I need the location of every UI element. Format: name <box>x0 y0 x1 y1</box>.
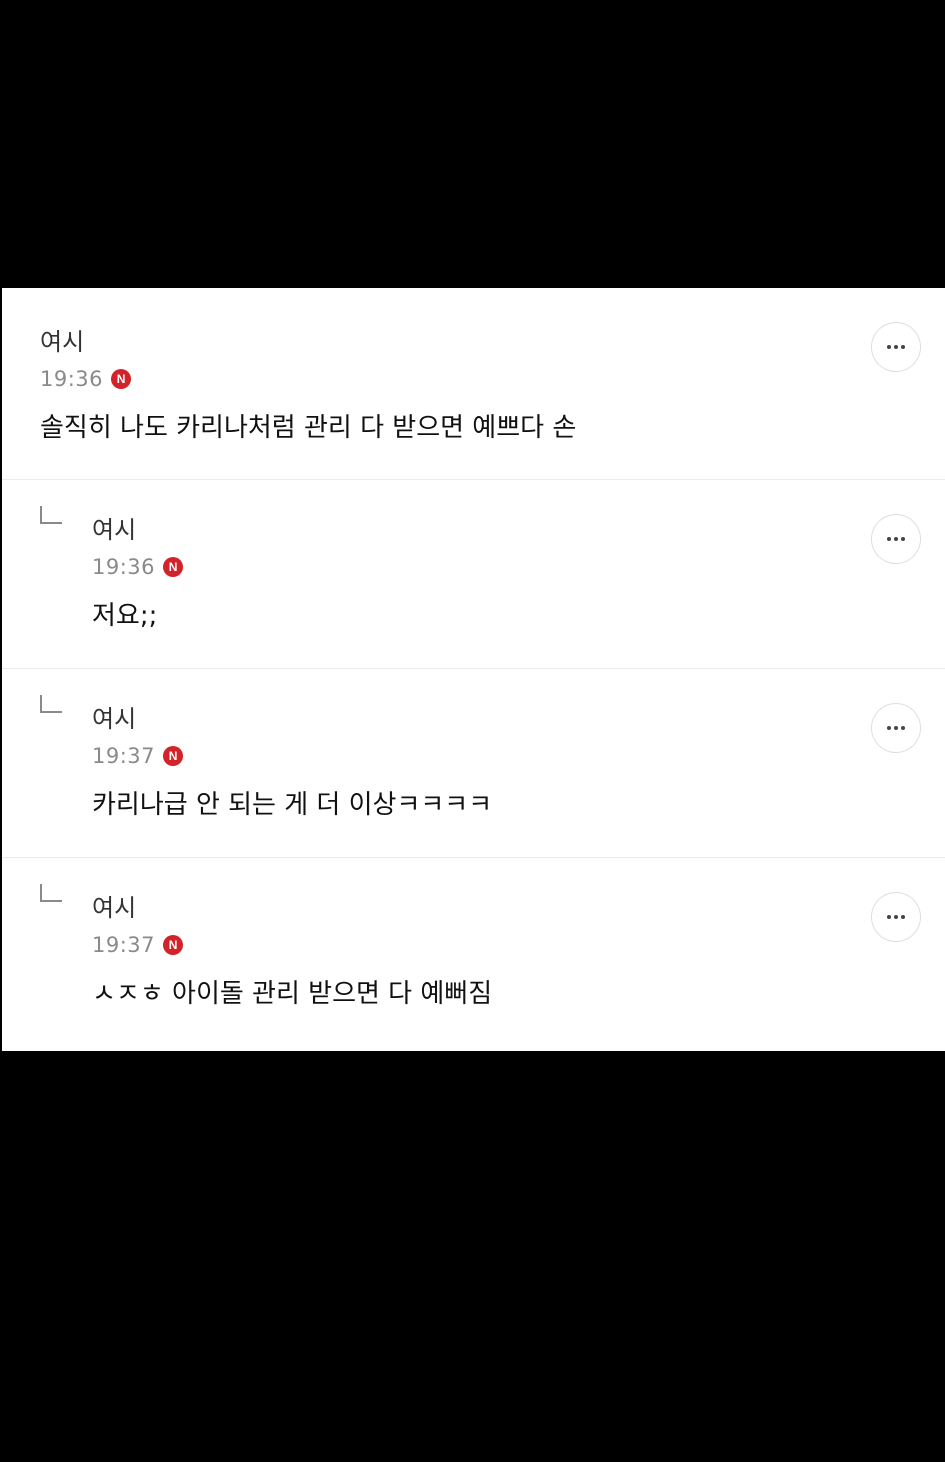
comment-text: 솔직히 나도 카리나처럼 관리 다 받으면 예쁘다 손 <box>40 413 577 443</box>
comment-author[interactable]: 여시 <box>40 326 576 358</box>
more-options-button[interactable] <box>871 892 921 942</box>
comment-author[interactable]: 여시 <box>92 514 183 546</box>
comment-text: 카리나급 안 되는 게 더 이상ㅋㅋㅋㅋ <box>92 790 493 820</box>
comment-meta: 19:36 N <box>40 366 576 392</box>
reply-arrow-icon <box>40 884 62 902</box>
comment-time: 19:37 <box>92 933 156 957</box>
new-badge-icon: N <box>163 746 184 766</box>
new-badge-icon: N <box>163 557 184 577</box>
comment-content: 여시 19:36 N 저요;; <box>92 514 184 634</box>
comment-author[interactable]: 여시 <box>92 703 492 735</box>
comment-meta: 19:37 N <box>92 743 492 769</box>
comment-time: 19:36 <box>40 367 104 391</box>
comment-text: 저요;; <box>92 601 158 631</box>
reply-arrow-icon <box>40 506 62 524</box>
comment-time: 19:36 <box>92 555 156 579</box>
comment-meta: 19:36 N <box>92 554 184 580</box>
comment-time: 19:37 <box>92 744 156 768</box>
comment-item: 여시 19:36 N 솔직히 나도 카리나처럼 관리 다 받으면 예쁘다 손 <box>2 288 945 480</box>
comment-meta: 19:37 N <box>92 932 492 958</box>
more-options-icon <box>887 915 905 919</box>
more-options-button[interactable] <box>871 514 921 564</box>
reply-item: 여시 19:37 N ㅅㅈㅎ 아이돌 관리 받으면 다 예뻐짐 <box>2 858 945 1051</box>
comment-text: ㅅㅈㅎ 아이돌 관리 받으면 다 예뻐짐 <box>92 979 493 1009</box>
reply-item: 여시 19:37 N 카리나급 안 되는 게 더 이상ㅋㅋㅋㅋ <box>2 669 945 858</box>
comment-list: 여시 19:36 N 솔직히 나도 카리나처럼 관리 다 받으면 예쁘다 손 여… <box>2 288 945 1051</box>
comment-content: 여시 19:37 N 카리나급 안 되는 게 더 이상ㅋㅋㅋㅋ <box>92 703 492 823</box>
more-options-icon <box>887 537 905 541</box>
comment-content: 여시 19:36 N 솔직히 나도 카리나처럼 관리 다 받으면 예쁘다 손 <box>40 326 576 446</box>
comment-author[interactable]: 여시 <box>92 892 492 924</box>
more-options-button[interactable] <box>871 703 921 753</box>
reply-item: 여시 19:36 N 저요;; <box>2 480 945 669</box>
comment-content: 여시 19:37 N ㅅㅈㅎ 아이돌 관리 받으면 다 예뻐짐 <box>92 892 492 1012</box>
reply-arrow-icon <box>40 695 62 713</box>
more-options-icon <box>887 345 905 349</box>
new-badge-icon: N <box>111 369 132 389</box>
new-badge-icon: N <box>163 935 184 955</box>
more-options-icon <box>887 726 905 730</box>
more-options-button[interactable] <box>871 322 921 372</box>
